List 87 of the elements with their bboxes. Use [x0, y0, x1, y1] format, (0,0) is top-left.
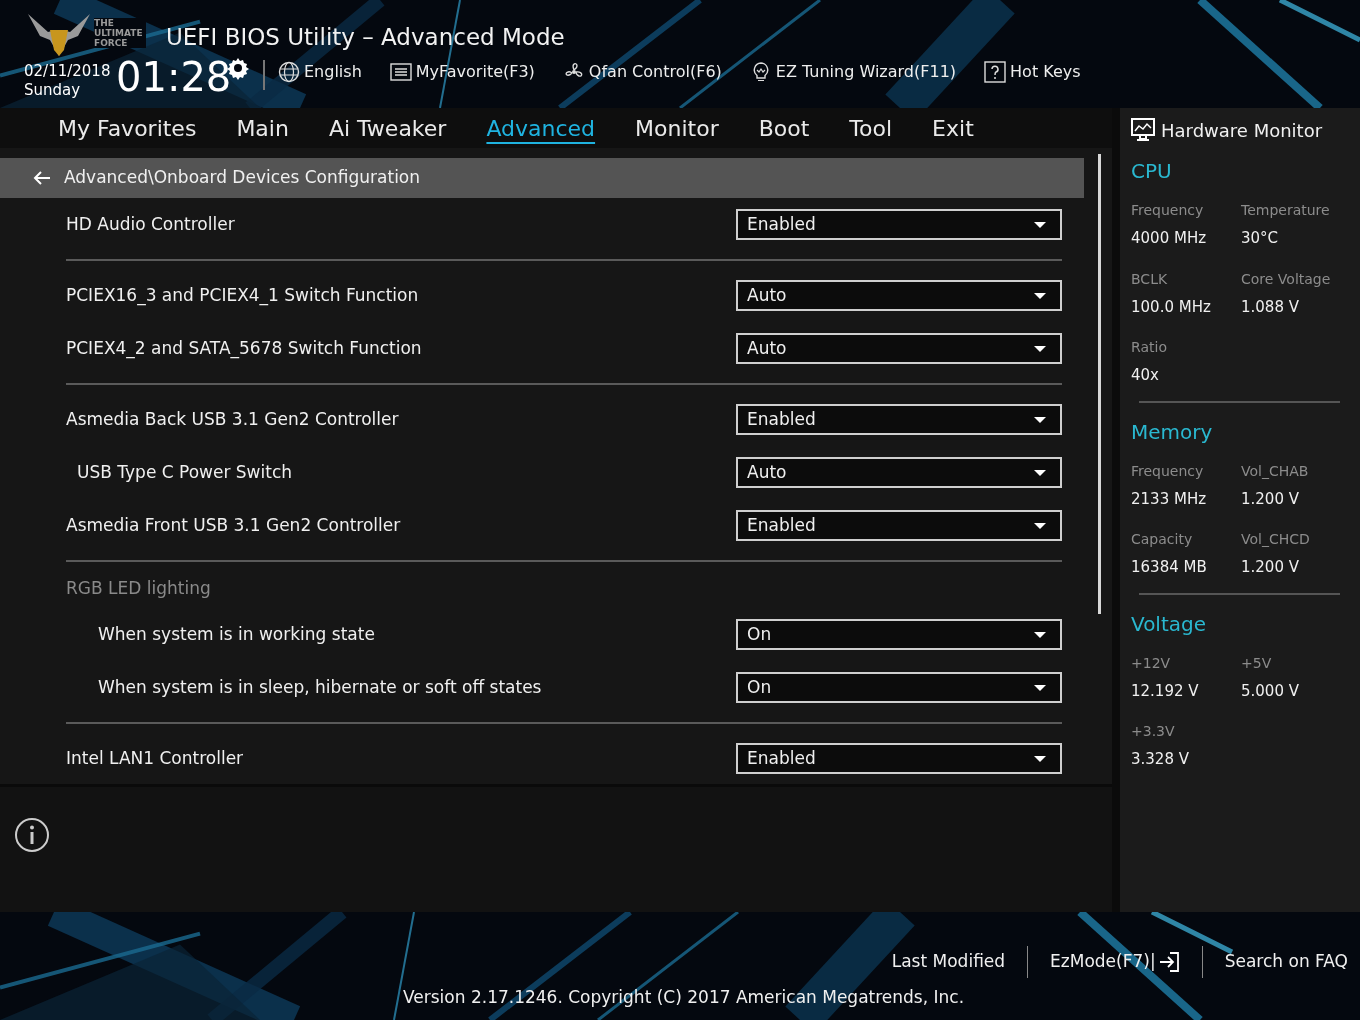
reading-value: 2133 MHz	[1131, 488, 1208, 510]
setting-label: Intel LAN1 Controller	[66, 746, 244, 770]
reading-value: 5.000 V	[1241, 680, 1300, 702]
window-title: UEFI BIOS Utility – Advanced Mode	[166, 23, 565, 52]
caret-icon	[1034, 416, 1046, 423]
toolbar-button[interactable]: MyFavorite(F3)	[389, 60, 535, 84]
dropdown[interactable]: Enabled	[736, 743, 1062, 774]
setting-label: When system is in working state	[97, 622, 375, 646]
section-title: Voltage	[1131, 610, 1208, 638]
reading-value: 100.0 MHz	[1131, 296, 1212, 318]
reading-label: Core Voltage	[1241, 269, 1332, 289]
toolbar-button[interactable]: Hot Keys	[984, 60, 1081, 84]
setting-label: When system is in sleep, hibernate or soft off states	[97, 675, 542, 699]
dropdown[interactable]: Enabled	[736, 404, 1062, 435]
dropdown[interactable]: Auto	[736, 333, 1062, 364]
reading-label: Capacity	[1131, 530, 1194, 549]
caret-icon	[1034, 345, 1046, 352]
reading-value: 4000 MHz	[1131, 228, 1208, 249]
back-arrow-icon[interactable]	[32, 170, 52, 186]
reading-value: 40x	[1131, 365, 1160, 386]
setting-label: PCIEX4_2 and SATA_5678 Switch Function	[66, 336, 422, 361]
reading-value: 12.192 V	[1131, 680, 1200, 702]
version-text: Version 2.17.1246. Copyright (C) 2017 American Megatrends, Inc.	[403, 986, 965, 1009]
reading-label: Frequency	[1131, 201, 1205, 220]
footer-link[interactable]: EzMode(F7)|	[1050, 949, 1180, 975]
reading-value: 16384 MB	[1131, 557, 1208, 578]
caret-icon	[1034, 755, 1046, 762]
menu-tab[interactable]: Tool	[849, 111, 893, 145]
dropdown[interactable]: On	[736, 672, 1062, 703]
setting-label: PCIEX16_3 and PCIEX4_1 Switch Function	[66, 283, 419, 308]
section-title: Memory	[1131, 418, 1214, 446]
day-text: Sunday	[24, 81, 82, 100]
caret-icon	[1034, 631, 1046, 638]
date-text: 02/11/2018	[24, 62, 111, 81]
reading-label: Temperature	[1241, 201, 1331, 220]
menu-tab[interactable]: Ai Tweaker	[328, 111, 447, 145]
reading-value: 1.088 V	[1241, 296, 1300, 318]
reading-label: BCLK	[1131, 269, 1169, 289]
reading-value: 30°C	[1241, 228, 1280, 249]
dropdown[interactable]: Enabled	[736, 510, 1062, 541]
caret-icon	[1034, 469, 1046, 476]
footer-link[interactable]: Last Modified	[891, 949, 1006, 975]
menu-tab[interactable]: My Favorites	[58, 111, 197, 145]
dropdown[interactable]: On	[736, 619, 1062, 650]
toolbar-button[interactable]: Qfan Control(F6)	[562, 60, 722, 84]
logo-text: THE ULTIMATE FORCE	[94, 18, 146, 48]
section-title: CPU	[1131, 158, 1173, 185]
breadcrumb-path: Advanced\Onboard Devices Configuration	[64, 166, 421, 190]
reading-label: Frequency	[1131, 461, 1205, 481]
dropdown[interactable]: Auto	[736, 280, 1062, 311]
panel-title: Hardware Monitor	[1161, 118, 1323, 143]
menu-tab[interactable]: Advanced	[486, 111, 596, 145]
menu-tab[interactable]: Exit	[932, 111, 974, 145]
list-icon	[389, 61, 412, 83]
menu-tab[interactable]: Main	[236, 111, 289, 145]
reading-label: Ratio	[1131, 338, 1168, 357]
setting-label: HD Audio Controller	[66, 212, 235, 236]
toolbar-button[interactable]: English	[278, 60, 362, 84]
reading-label: Vol_CHCD	[1241, 530, 1311, 549]
reading-value: 3.328 V	[1131, 749, 1190, 770]
menu-tab[interactable]: Monitor	[635, 111, 719, 145]
section-heading: RGB LED lighting	[66, 577, 211, 601]
setting-label: USB Type C Power Switch	[76, 460, 293, 484]
reading-label: +3.3V	[1131, 722, 1176, 741]
reading-value: 1.200 V	[1241, 488, 1300, 510]
setting-label: Asmedia Back USB 3.1 Gen2 Controller	[66, 407, 399, 431]
reading-label: +12V	[1131, 653, 1172, 673]
info-icon	[14, 817, 50, 853]
menu-tab[interactable]: Boot	[758, 111, 810, 145]
caret-icon	[1034, 684, 1046, 691]
reading-value: 1.200 V	[1241, 557, 1300, 578]
footer-link[interactable]: Search on FAQ	[1224, 949, 1348, 975]
reading-label: +5V	[1241, 653, 1273, 673]
scrollbar[interactable]	[1098, 154, 1101, 614]
toolbar-button[interactable]: EZ Tuning Wizard(F11)	[749, 60, 957, 84]
dropdown[interactable]: Enabled	[736, 209, 1062, 240]
reading-label: Vol_CHAB	[1241, 461, 1310, 481]
caret-icon	[1034, 522, 1046, 529]
globe-icon	[278, 61, 300, 83]
caret-icon	[1034, 292, 1046, 299]
exit-icon	[1157, 952, 1180, 972]
clock-time: 01:28	[116, 53, 232, 102]
help-icon	[984, 61, 1007, 83]
setting-label: Asmedia Front USB 3.1 Gen2 Controller	[66, 513, 401, 537]
caret-icon	[1034, 221, 1046, 228]
dropdown[interactable]: Auto	[736, 457, 1062, 488]
monitor-icon	[1131, 118, 1157, 142]
